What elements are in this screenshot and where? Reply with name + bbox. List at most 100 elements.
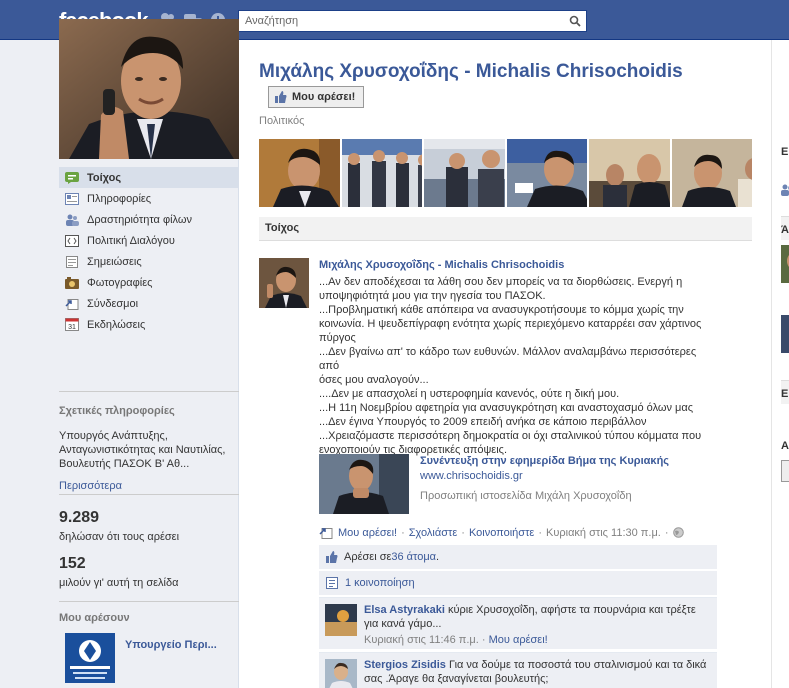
liked-page-link[interactable]: Υπουργείο Περι... [125,639,217,651]
right-thumbnail[interactable] [781,245,789,283]
attachment-title[interactable]: Συνέντευξη στην εφημερίδα Βήμα της Κυρια… [420,455,669,467]
post-body: ...Αν δεν αποδέχεσαι τα λάθη σου δεν μπο… [319,275,719,457]
thumbs-up-icon [326,551,338,563]
nav-item-friends-activity[interactable]: Δραστηριότητα φίλων [59,209,239,230]
nav-label: Σημειώσεις [87,255,142,268]
right-heading: Ε [781,146,789,158]
post-line: ...Χρειαζόμαστε περισσότερη δημοκρατία ο… [319,430,702,442]
post-comment-link[interactable]: Σχολιάστε [409,527,458,539]
separator: · [461,526,465,539]
more-link[interactable]: Περισσότερα [59,480,239,492]
links-icon [65,297,79,311]
talking-count: 152 [59,555,86,572]
likes-summary: Αρέσει σε 36 άτομα . [319,545,717,569]
likes-label: δηλώσαν ότι τους αρέσει [59,531,180,543]
talking-stat: 152 μιλούν γι' αυτή τη σελίδα [59,555,239,589]
wall-icon [65,171,79,185]
likes-suffix: . [436,551,440,563]
search-button[interactable] [564,11,586,31]
comment-like-link[interactable]: Μου αρέσει! [489,634,548,646]
friends-icon [781,184,789,199]
photo-thumbnail[interactable] [671,139,752,207]
info-icon [65,192,79,206]
dialogue-policy-icon [65,234,79,248]
comment-item: Elsa Astyrakaki κύριε Χρυσοχοΐδη, αφήστε… [319,597,717,649]
nav-item-info[interactable]: Πληροφορίες [59,188,239,209]
right-thumbnail[interactable] [781,315,789,353]
nav-label: Φωτογραφίες [87,276,153,289]
link-attachment: Συνέντευξη στην εφημερίδα Βήμα της Κυρια… [319,454,719,514]
post-like-link[interactable]: Μου αρέσει! [338,527,397,539]
events-icon: 31 [65,318,79,332]
post-line: ...Αν δεν αποδέχεσαι τα λάθη σου δεν μπο… [319,276,683,288]
wall-header: Τοίχος [259,217,752,241]
post-line: όσες μου αναλογούν... [319,374,429,386]
post-line: υποψηφιότητά μου για την ηγεσία του ΠΑΣΟ… [319,290,546,302]
attachment-thumbnail[interactable] [319,454,409,514]
post-author-name[interactable]: Μιχάλης Χρυσοχοΐδης - Michalis Chrisocho… [319,259,719,271]
photo-thumbnail[interactable] [259,139,340,207]
post-timestamp[interactable]: Κυριακή στις 11:30 π.μ. [546,527,661,539]
like-page-button[interactable]: Μου αρέσει! [268,86,365,108]
search-input[interactable] [239,11,559,31]
nav-label: Δραστηριότητα φίλων [87,213,192,226]
globe-icon [672,527,684,538]
comment-time[interactable]: Κυριακή στις 11:46 π.μ. [364,634,479,646]
photo-strip [259,139,752,207]
page-title[interactable]: Μιχάλης Χρυσοχοΐδης - Michalis Chrisocho… [259,61,683,83]
nav-item-events[interactable]: 31 Εκδηλώσεις [59,314,239,335]
post-line: κοινωνία. Η ψευδεπίγραφη ενότητα χωρίς π… [319,318,702,330]
right-column: Ε Ά Ει Α [771,40,789,688]
comment-meta: Κυριακή στις 11:46 π.μ. · Μου αρέσει! [364,633,709,647]
nav-item-wall[interactable]: Τοίχος [59,167,239,188]
nav-label: Εκδηλώσεις [87,318,146,331]
shares-link[interactable]: 1 κοινοποίηση [345,577,415,589]
comment-body: Elsa Astyrakaki κύριε Χρυσοχοΐδη, αφήστε… [364,603,709,647]
related-info-text: Υπουργός Ανάπτυξης, Ανταγωνιστικότητας κ… [59,430,226,470]
liked-page-thumbnail[interactable] [65,633,115,683]
photo-thumbnail[interactable] [506,139,587,207]
comment-item: Stergios Zisidis Για να δούμε τα ποσοστά… [319,652,717,688]
commenter-avatar[interactable] [325,659,357,688]
nav-label: Πληροφορίες [87,192,152,205]
separator: · [538,526,543,539]
post-author-avatar[interactable] [259,258,309,308]
photo-thumbnail[interactable] [424,139,505,207]
commenter-avatar[interactable] [325,604,357,636]
friends-activity-icon [65,213,79,227]
liked-pages-heading: Μου αρέσουν [59,612,130,624]
svg-text:31: 31 [68,324,76,331]
photo-thumbnail[interactable] [589,139,670,207]
profile-picture[interactable] [59,19,239,159]
nav-item-links[interactable]: Σύνδεσμοι [59,293,239,314]
right-button[interactable] [781,460,789,482]
page-navigation: Τοίχος Πληροφορίες Δραστηριότητα φίλων Π… [59,167,239,335]
share-link-icon [319,528,333,539]
post-line: ...Δεν βγαίνω απ' το κάδρο των ευθυνών. … [319,346,697,372]
page-category: Πολιτικός [259,115,305,127]
thumbs-up-icon [275,91,287,103]
share-icon [326,577,338,589]
likes-prefix: Αρέσει σε [344,551,392,563]
nav-label: Σύνδεσμοι [87,297,139,310]
right-heading: Α [781,440,789,452]
left-divider [59,601,239,602]
likes-people-link[interactable]: 36 άτομα [391,551,436,563]
post-line: πύργος [319,332,356,344]
wall-post: Μιχάλης Χρυσοχοΐδης - Michalis Chrisocho… [319,259,719,457]
like-page-label: Μου αρέσει! [292,91,356,103]
nav-item-notes[interactable]: Σημειώσεις [59,251,239,272]
talking-label: μιλούν γι' αυτή τη σελίδα [59,577,179,589]
post-line: ...Προβληματική κάθε απόπειρα να ανασυγκ… [319,304,684,316]
comment-author[interactable]: Stergios Zisidis [364,659,446,671]
liked-pages-section: Μου αρέσουν [59,612,239,624]
search-box [238,10,587,32]
comment-author[interactable]: Elsa Astyrakaki [364,604,445,616]
nav-item-dialogue-policy[interactable]: Πολιτική Διαλόγου [59,230,239,251]
likes-stat: 9.289 δηλώσαν ότι τους αρέσει [59,509,239,543]
post-share-link[interactable]: Κοινοποιήστε [469,527,534,539]
nav-item-photos[interactable]: Φωτογραφίες [59,272,239,293]
right-heading: Ά [781,224,789,236]
attachment-url[interactable]: www.chrisochoidis.gr [420,470,523,482]
photo-thumbnail[interactable] [341,139,422,207]
